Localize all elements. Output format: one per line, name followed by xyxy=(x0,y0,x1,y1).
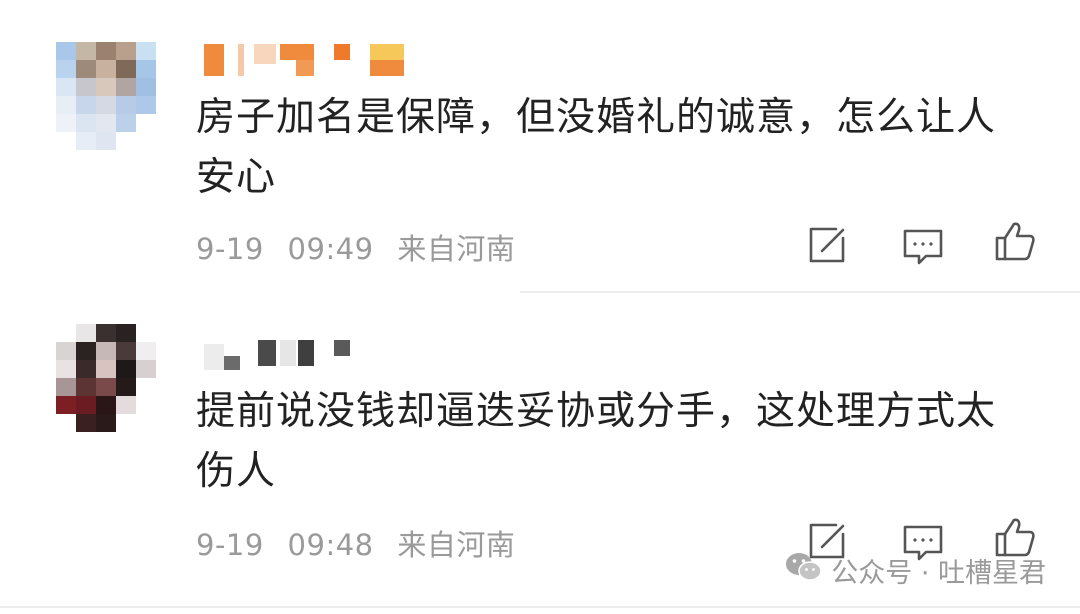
comment-icon[interactable] xyxy=(902,226,944,268)
share-edit-icon[interactable] xyxy=(806,224,848,266)
thumbs-up-icon[interactable] xyxy=(994,220,1036,262)
username-blurred[interactable] xyxy=(200,338,360,372)
comment-location: 来自河南 xyxy=(397,528,516,562)
comment-time: 09:48 xyxy=(287,528,374,562)
divider xyxy=(0,606,1080,608)
watermark: 公众号 · 吐槽星君 xyxy=(785,551,1046,590)
comment-meta: 9-19 09:49 来自河南 xyxy=(196,226,515,268)
comment-date: 9-19 xyxy=(196,232,264,266)
comment-item: 房子加名是保障，但没婚礼的诚意，怎么让人 安心 9-19 09:49 来自河南 xyxy=(0,0,1080,300)
comment-time: 09:49 xyxy=(287,232,374,266)
divider xyxy=(520,291,1080,293)
comment-date: 9-19 xyxy=(196,528,264,562)
watermark-text: 公众号 · 吐槽星君 xyxy=(831,558,1046,589)
comment-meta: 9-19 09:48 来自河南 xyxy=(196,522,515,564)
comment-text: 房子加名是保障，但没婚礼的诚意，怎么让人 安心 xyxy=(196,95,997,200)
comment-text: 提前说没钱却逼迭妥协或分手，这处理方式太 伤人 xyxy=(196,389,997,494)
wechat-icon xyxy=(785,551,823,590)
username-blurred[interactable] xyxy=(200,42,410,76)
comment-location: 来自河南 xyxy=(397,232,516,266)
avatar[interactable] xyxy=(56,42,156,154)
avatar[interactable] xyxy=(56,324,156,436)
